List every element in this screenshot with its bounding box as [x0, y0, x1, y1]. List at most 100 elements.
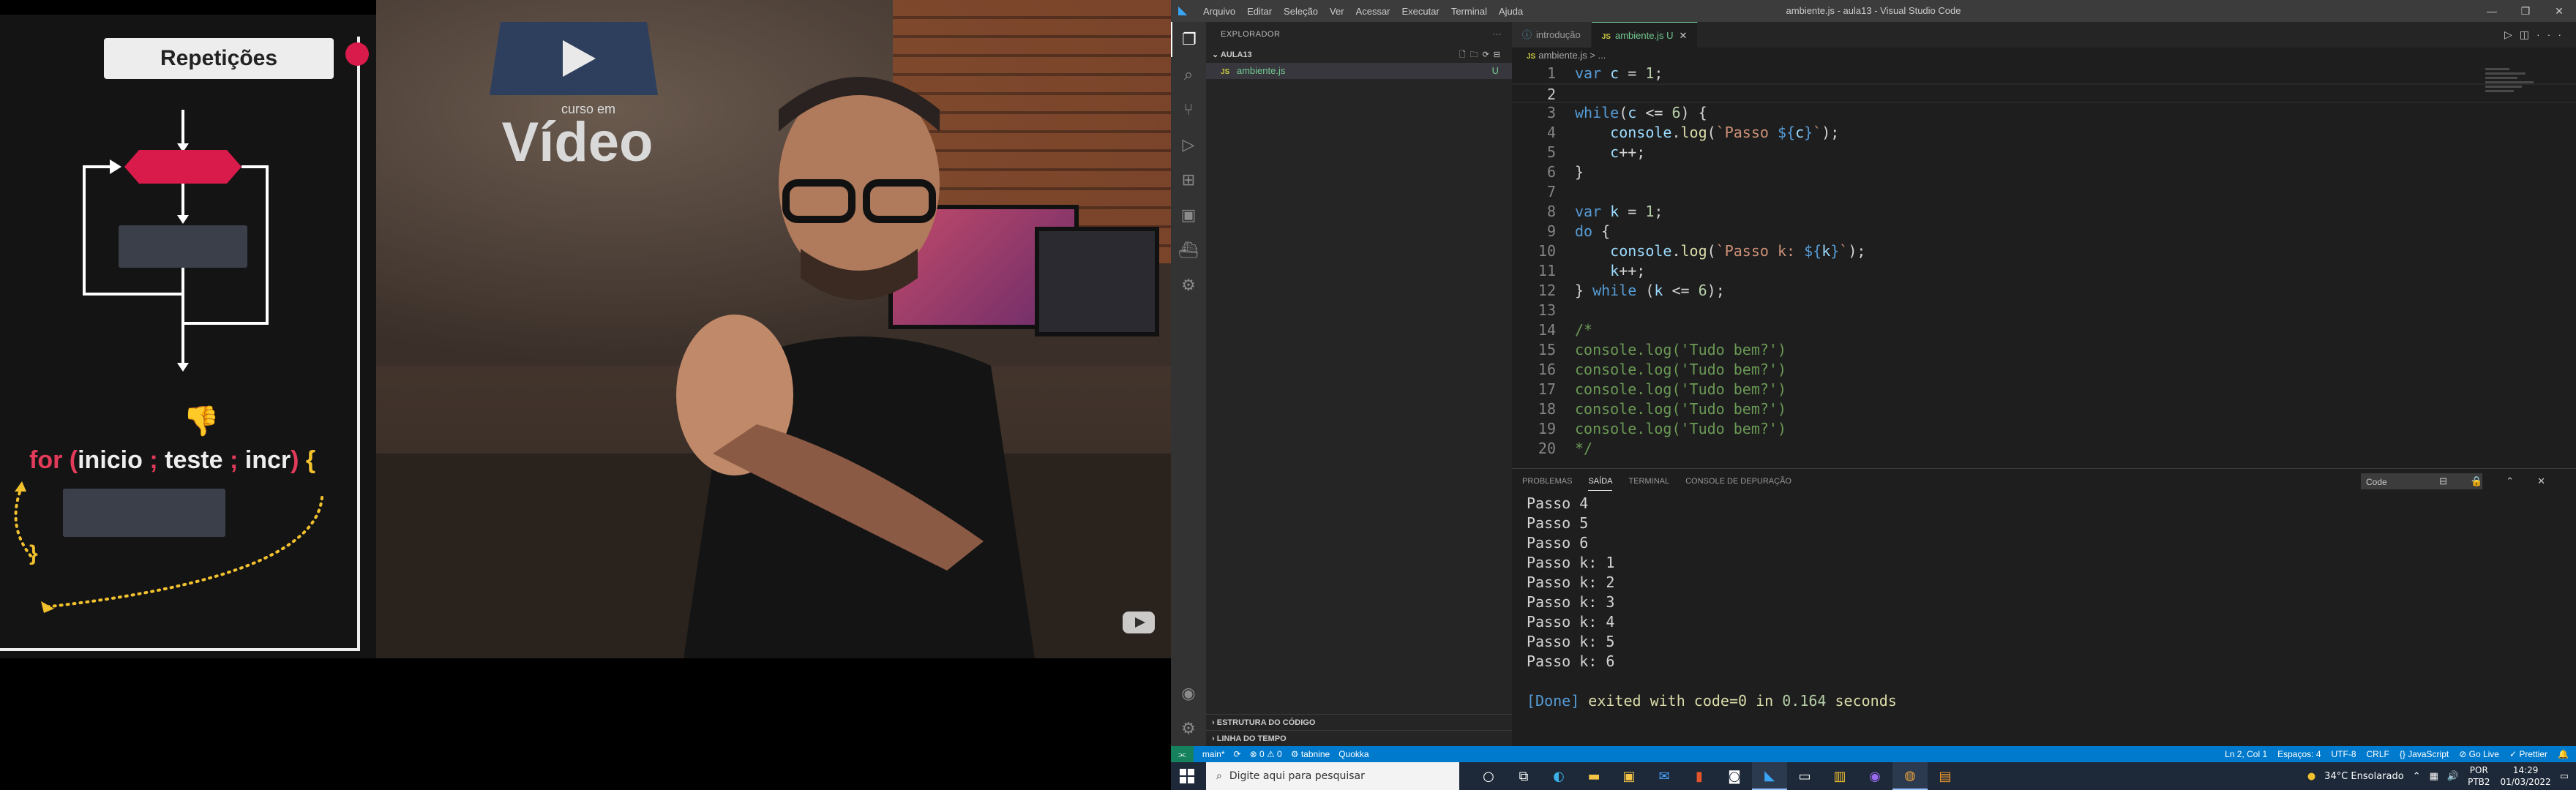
output-log[interactable]: Passo 4 Passo 5 Passo 6 Passo k: 1 Passo… [1527, 494, 2551, 711]
menu-executar[interactable]: Executar [1402, 6, 1439, 17]
weather-status[interactable]: 34°C Ensolarado [2324, 771, 2404, 782]
close-panel-icon[interactable]: ✕ [2537, 471, 2553, 491]
teams-icon[interactable]: ◙ [1717, 762, 1752, 790]
notifications-icon[interactable]: ▭ [2560, 771, 2569, 782]
tab-introducao[interactable]: ⓘ introdução [1512, 22, 1592, 48]
powerbi-icon[interactable]: ▥ [1822, 762, 1857, 790]
close-window-icon[interactable]: ✕ [2542, 0, 2576, 22]
bell-icon[interactable]: 🔔 [2558, 746, 2569, 762]
app-icon[interactable]: ▤ [1928, 762, 1963, 790]
process-box [119, 225, 247, 268]
menu-selecao[interactable]: Seleção [1284, 6, 1318, 17]
network-icon[interactable]: ▦ [2430, 771, 2438, 782]
clear-output-icon[interactable]: ⊟ [2439, 471, 2455, 491]
account-icon[interactable]: ◉ [1171, 676, 1206, 711]
maximize-panel-icon[interactable]: ⌃ [2506, 471, 2521, 491]
done-in: in [1756, 692, 1774, 710]
tab-debug-console[interactable]: CONSOLE DE DEPURAÇÃO [1685, 473, 1791, 490]
file-ambiente-js[interactable]: JS ambiente.js U [1206, 63, 1512, 79]
remote-explorer-icon[interactable]: ▣ [1171, 198, 1206, 233]
tabnine-status[interactable]: ⚙ tabnine [1291, 746, 1330, 762]
docker-icon[interactable]: ⛴ [1171, 233, 1206, 268]
line-ending[interactable]: CRLF [2367, 746, 2389, 762]
restore-icon[interactable]: ❐ [2509, 0, 2542, 22]
code-line: 19 console.log('Tudo bem?') [1538, 420, 1786, 437]
windows-start-icon[interactable] [1180, 769, 1194, 783]
output-line: Passo 6 [1527, 534, 1589, 552]
settings-sync-icon[interactable]: ⚙ [1171, 268, 1206, 303]
volume-icon[interactable]: 🔊 [2447, 771, 2459, 782]
js-file-icon: JS [1527, 53, 1536, 61]
store-icon[interactable]: ▣ [1611, 762, 1647, 790]
chevron-up-icon[interactable]: ⌃ [2413, 771, 2421, 782]
remote-indicator-icon[interactable]: ⫘ [1171, 746, 1194, 762]
menu-arquivo[interactable]: Arquivo [1203, 6, 1235, 17]
prettier-status[interactable]: ✓ Prettier [2509, 746, 2547, 762]
task-view-icon[interactable]: ⧉ [1506, 762, 1541, 790]
outline-section[interactable]: › ESTRUTURA DO CÓDIGO [1206, 714, 1512, 730]
sync-icon[interactable]: ⟳ [1234, 746, 1241, 762]
code-line: 15 console.log('Tudo bem?') [1538, 341, 1786, 358]
menu-editar[interactable]: Editar [1247, 6, 1272, 17]
source-control-icon[interactable]: ⑂ [1171, 92, 1206, 127]
tab-terminal[interactable]: TERMINAL [1628, 473, 1669, 490]
slide-title: Repetições [104, 38, 334, 79]
more-actions-icon[interactable]: ··· [2536, 29, 2569, 40]
indentation[interactable]: Espaços: 4 [2277, 746, 2321, 762]
output-line: Passo 4 [1527, 494, 1589, 512]
language-mode[interactable]: {} JavaScript [2400, 746, 2449, 762]
lock-icon[interactable]: 🔒 [2471, 471, 2490, 491]
folder-aula13[interactable]: ⌄ AULA13 🗋🗀⟳⊟ [1206, 47, 1512, 63]
terminal-icon[interactable]: ▭ [1787, 762, 1822, 790]
tab-problems[interactable]: PROBLEMAS [1522, 473, 1572, 490]
minimize-icon[interactable]: — [2475, 0, 2509, 22]
language-indicator[interactable]: POR PTB2 [2468, 764, 2490, 788]
explorer-icon[interactable]: ❐ [1171, 22, 1206, 57]
chevron-down-icon: ⌄ [1212, 50, 1221, 59]
extensions-icon[interactable]: ⊞ [1171, 162, 1206, 198]
branch-status[interactable]: main* [1202, 746, 1225, 762]
go-live[interactable]: ⊘ Go Live [2459, 746, 2499, 762]
problems-status[interactable]: ⊗ 0 ⚠ 0 [1250, 746, 1282, 762]
close-tab-icon[interactable]: ✕ [1679, 30, 1687, 41]
folder-actions[interactable]: 🗋🗀⟳⊟ [1459, 47, 1505, 63]
edge-icon[interactable]: ◐ [1541, 762, 1576, 790]
encoding[interactable]: UTF-8 [2332, 746, 2356, 762]
timeline-section[interactable]: › LINHA DO TEMPO [1206, 730, 1512, 746]
file-explorer-icon[interactable]: ▬ [1576, 762, 1611, 790]
output-line: Passo k: 2 [1527, 573, 1615, 591]
youtube-icon[interactable] [1123, 612, 1155, 633]
code-line: 18 console.log('Tudo bem?') [1538, 400, 1786, 418]
explorer-header: EXPLORADOR ··· [1206, 22, 1512, 47]
office-icon[interactable]: ▮ [1682, 762, 1717, 790]
taskbar-search[interactable]: ⌕ Digite aqui para pesquisar [1206, 762, 1459, 790]
cortana-icon[interactable]: ○ [1471, 762, 1506, 790]
more-actions-icon[interactable]: ··· [1493, 22, 1502, 47]
run-debug-icon[interactable]: ▷ [1171, 127, 1206, 162]
background-monitor [1035, 227, 1159, 336]
minimap[interactable] [2485, 66, 2566, 117]
vscode-taskbar-icon[interactable]: ◣ [1752, 762, 1787, 790]
menu-acessar[interactable]: Acessar [1356, 6, 1390, 17]
breadcrumb[interactable]: JS ambiente.js > ... [1512, 48, 2576, 64]
search-icon[interactable]: ⌕ [1171, 57, 1206, 92]
code-editor[interactable]: 1 var c = 1; 2 3 while(c <= 6) { 4 console… [1512, 64, 2576, 468]
video-player[interactable]: Repetições 👎 for (inicio ; teste ; incr)… [0, 0, 1171, 658]
github-icon[interactable]: ◉ [1857, 762, 1892, 790]
tab-output[interactable]: SAÍDA [1588, 473, 1613, 491]
clock[interactable]: 14:29 01/03/2022 [2501, 764, 2551, 788]
weather-icon[interactable]: ● [2307, 771, 2315, 782]
split-editor-icon[interactable]: ◫ [2520, 29, 2536, 40]
chrome-icon[interactable]: ◍ [1892, 762, 1928, 790]
tab-ambiente-js[interactable]: JS ambiente.js U ✕ [1591, 22, 1699, 48]
menu-ajuda[interactable]: Ajuda [1499, 6, 1523, 17]
manage-gear-icon[interactable]: ⚙ [1171, 711, 1206, 746]
menu-ver[interactable]: Ver [1330, 6, 1344, 17]
done-exited: exited with [1588, 692, 1685, 710]
slide-panel: Repetições 👎 for (inicio ; teste ; incr)… [0, 15, 376, 658]
cursor-position[interactable]: Ln 2, Col 1 [2225, 746, 2267, 762]
mail-icon[interactable]: ✉ [1647, 762, 1682, 790]
quokka-status[interactable]: Quokka [1338, 746, 1368, 762]
menu-terminal[interactable]: Terminal [1451, 6, 1487, 17]
run-icon[interactable]: ▷ [2504, 29, 2520, 40]
